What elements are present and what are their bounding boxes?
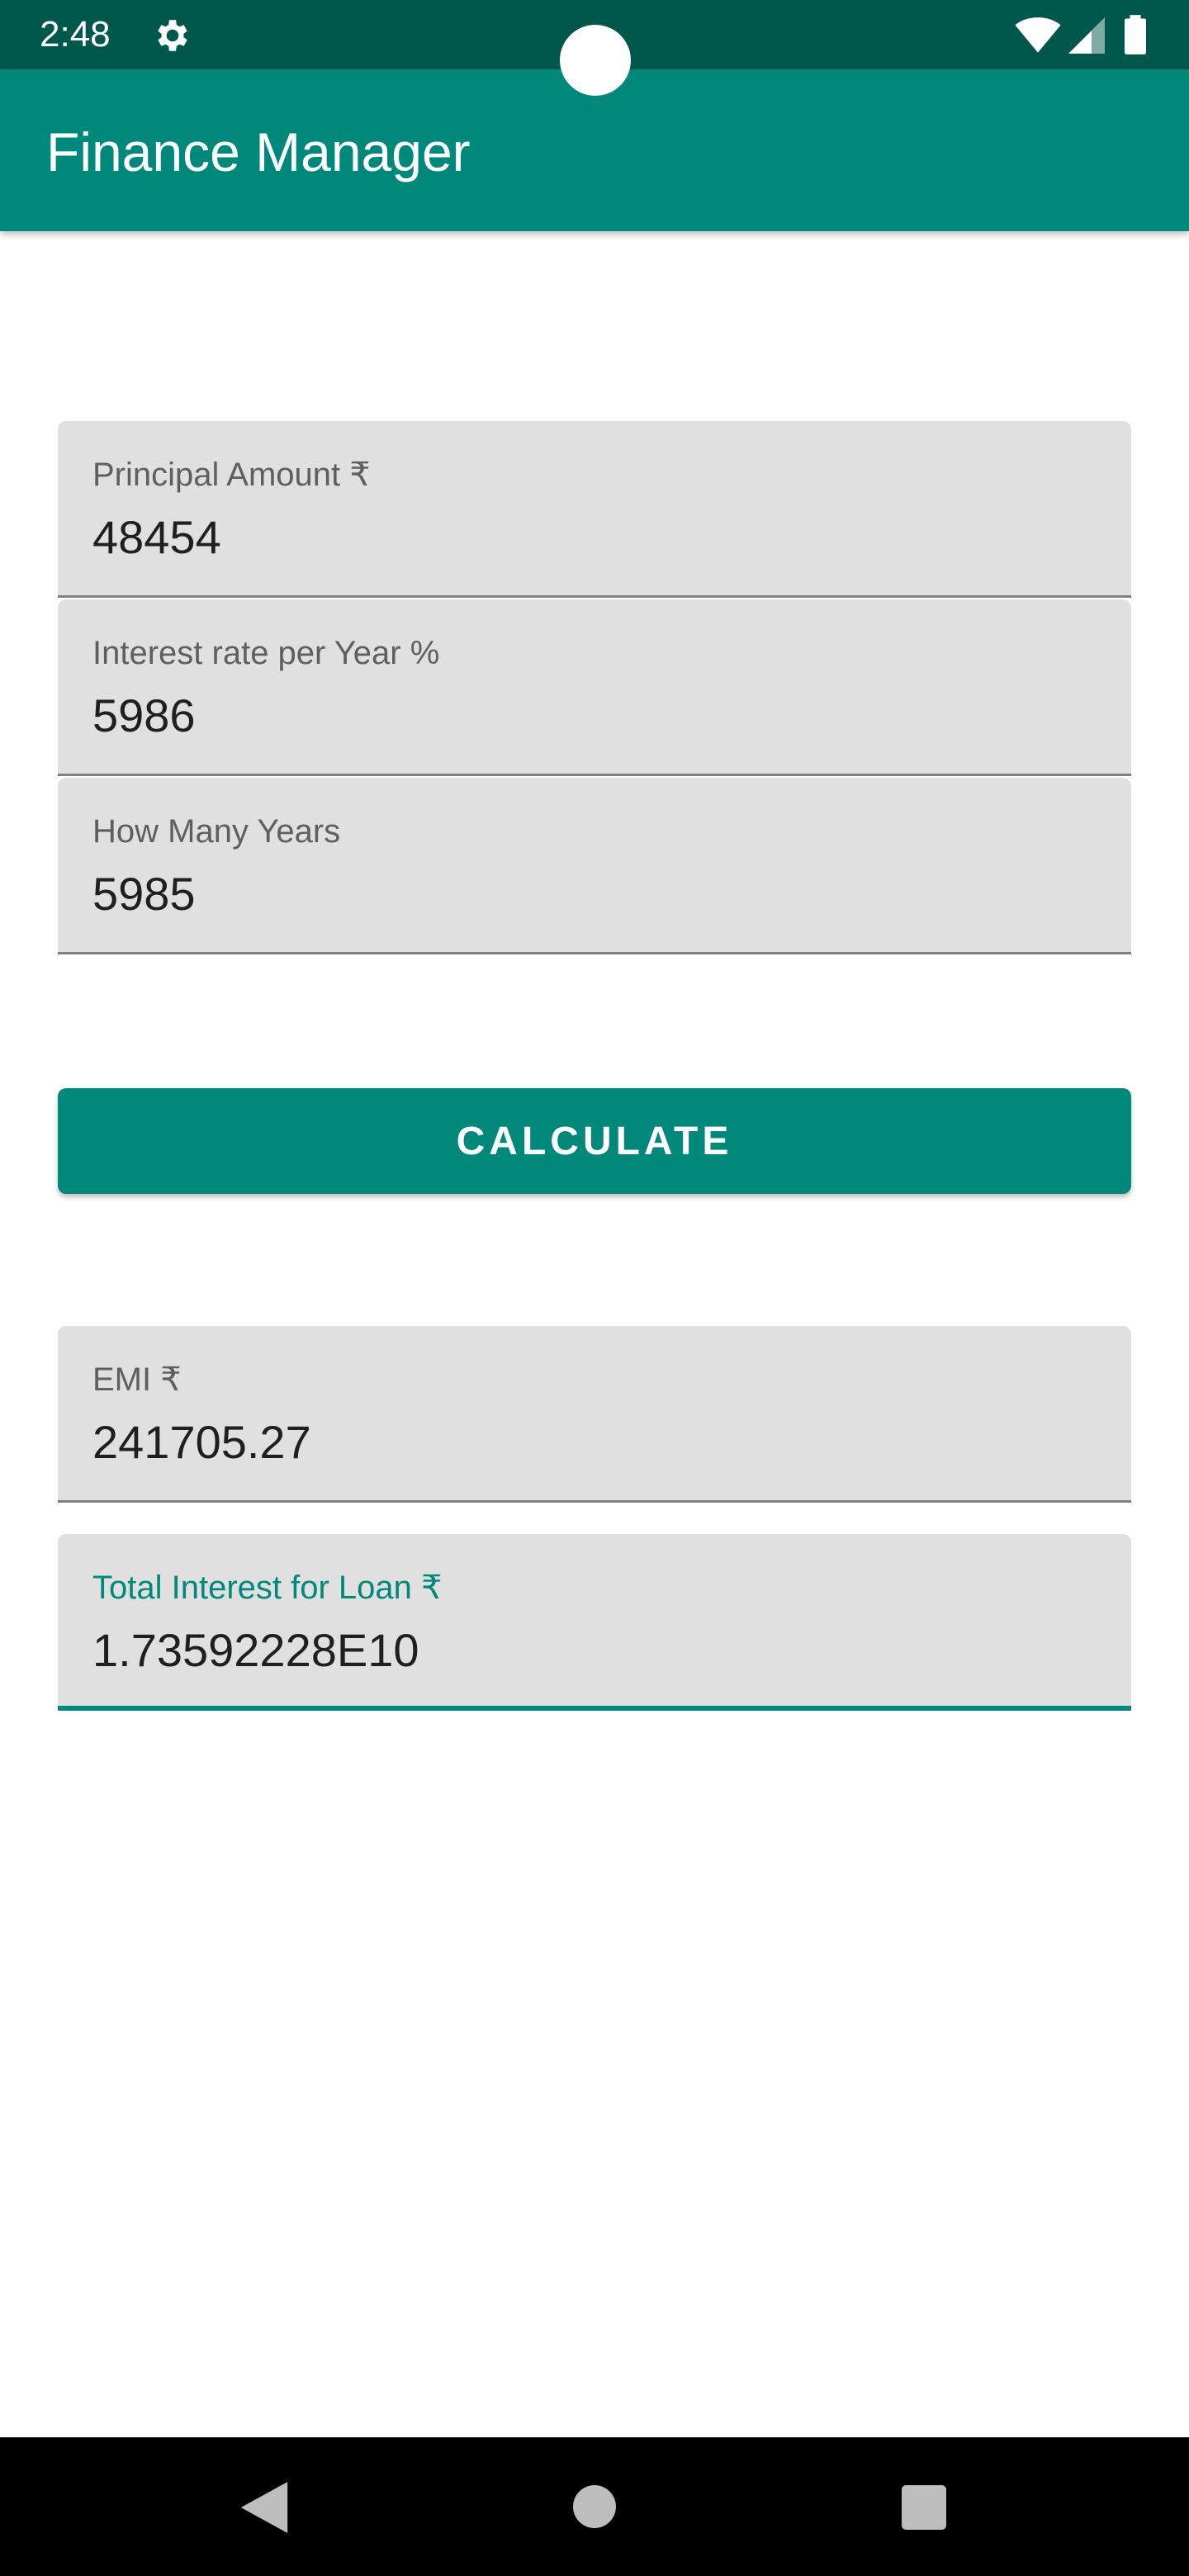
calculate-button[interactable]: CALCULATE [58,1088,1131,1194]
battery-icon [1125,15,1146,54]
years-input[interactable]: 5985 [92,865,196,923]
principal-amount-label: Principal Amount ₹ [92,457,371,493]
principal-amount-input[interactable]: 48454 [92,509,221,566]
interest-rate-input[interactable]: 5986 [92,687,196,745]
years-label: How Many Years [92,813,341,850]
back-icon[interactable] [239,2482,289,2533]
home-icon[interactable] [573,2485,616,2528]
wifi-icon [1015,17,1061,53]
interest-rate-field[interactable]: Interest rate per Year % 5986 [58,599,1131,776]
interest-rate-label: Interest rate per Year % [92,635,440,671]
emi-label: EMI ₹ [92,1361,182,1398]
recents-icon[interactable] [902,2485,946,2530]
signal-icon [1068,17,1105,54]
years-field[interactable]: How Many Years 5985 [58,778,1131,954]
gear-icon [158,20,187,51]
total-interest-label: Total Interest for Loan ₹ [92,1570,443,1606]
emi-value[interactable]: 241705.27 [92,1413,311,1471]
principal-amount-field[interactable]: Principal Amount ₹ 48454 [58,421,1131,598]
total-interest-value[interactable]: 1.73592228E10 [92,1622,419,1679]
status-time: 2:48 [40,14,111,54]
emi-field[interactable]: EMI ₹ 241705.27 [58,1326,1131,1503]
camera-cutout [560,25,631,96]
total-interest-field[interactable]: Total Interest for Loan ₹ 1.73592228E10 [58,1534,1131,1711]
app-title: Finance Manager [46,121,471,182]
